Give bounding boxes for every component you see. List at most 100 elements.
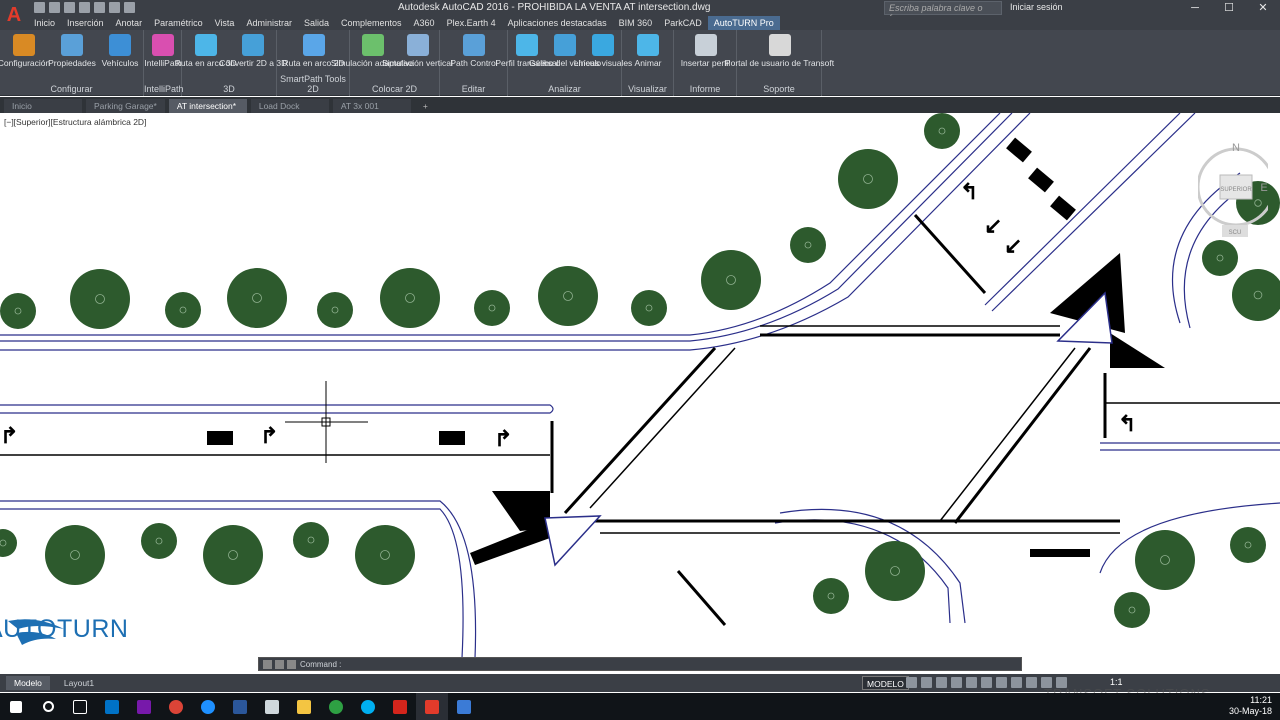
file-explorer-icon[interactable] [288, 693, 320, 720]
selection-cycling-icon[interactable] [1026, 677, 1037, 688]
ribbon-icon [637, 34, 659, 56]
tab-parkcad[interactable]: ParkCAD [658, 16, 708, 30]
application-menu-button[interactable]: A [0, 0, 28, 30]
tab-vista[interactable]: Vista [209, 16, 241, 30]
recent-commands-icon[interactable] [287, 659, 296, 669]
doc-tab-at-intersection-[interactable]: AT intersection* [168, 99, 247, 113]
outlook-icon[interactable] [96, 693, 128, 720]
system-clock[interactable]: 11:21 30-May-18 [1229, 695, 1272, 717]
open-icon[interactable] [49, 2, 60, 13]
tab-bim-360[interactable]: BIM 360 [613, 16, 659, 30]
snap-icon[interactable] [921, 677, 932, 688]
osnap-icon[interactable] [966, 677, 977, 688]
customize-command-icon[interactable] [275, 659, 284, 669]
doc-tab-parking-garage-[interactable]: Parking Garage* [86, 99, 165, 113]
tab-complementos[interactable]: Complementos [335, 16, 408, 30]
tab-anotar[interactable]: Anotar [110, 16, 149, 30]
ribbon-group-soporte: Portal de usuario de Transoft Soporte [725, 30, 834, 96]
ribbon-button-simulaci-n-vertical[interactable]: Simulación vertical [382, 34, 453, 68]
doc-tab-load-dock[interactable]: Load Dock [250, 99, 329, 113]
ribbon-group-label[interactable]: Analizar [508, 84, 621, 94]
login-button[interactable]: Iniciar sesión [1010, 2, 1063, 12]
transparency-icon[interactable] [1011, 677, 1022, 688]
tab-aplicaciones-destacadas[interactable]: Aplicaciones destacadas [502, 16, 613, 30]
maximize-button[interactable]: ☐ [1212, 0, 1246, 16]
layout-tab-layout1[interactable]: Layout1 [56, 676, 102, 690]
autocad-taskbar-icon[interactable] [416, 693, 448, 720]
median-island [0, 404, 554, 414]
layout-tab-modelo[interactable]: Modelo [6, 676, 50, 690]
save-as-icon[interactable] [79, 2, 90, 13]
view-cube-face[interactable]: SUPERIOR [1220, 187, 1252, 193]
search-taskbar-button[interactable] [32, 693, 64, 720]
minimize-button[interactable]: ─ [1178, 0, 1212, 16]
save-icon[interactable] [64, 2, 75, 13]
chrome-icon[interactable] [160, 693, 192, 720]
ribbon-group-label[interactable]: Informe [674, 84, 736, 94]
word-icon[interactable] [224, 693, 256, 720]
doc-tab-inicio[interactable]: Inicio [4, 99, 82, 113]
polar-icon[interactable] [951, 677, 962, 688]
view-cube-east[interactable]: E [1260, 182, 1267, 194]
ribbon-group-label[interactable]: Soporte [737, 84, 821, 94]
otrack-icon[interactable] [981, 677, 992, 688]
ribbon-group-label[interactable]: IntelliPath [144, 84, 184, 94]
tree [45, 525, 105, 585]
ribbon-button-configuraci-n[interactable]: Configuración [0, 34, 50, 68]
ribbon-group-label[interactable]: Visualizar [622, 84, 673, 94]
settings-taskbar-icon[interactable] [448, 693, 480, 720]
ribbon-group-label[interactable]: Configurar [0, 84, 143, 94]
tab-param-trico[interactable]: Paramétrico [148, 16, 209, 30]
ribbon-button-veh-culos[interactable]: Vehículos [96, 34, 144, 68]
tab-plex-earth-4[interactable]: Plex.Earth 4 [441, 16, 502, 30]
command-input[interactable]: Command : [300, 660, 341, 669]
arrow-marking-3: ↱ [494, 426, 512, 451]
script-icon[interactable] [320, 693, 352, 720]
view-cube-north[interactable]: N [1232, 142, 1240, 154]
skype-icon[interactable] [352, 693, 384, 720]
tab-administrar[interactable]: Administrar [240, 16, 298, 30]
pen-icon[interactable] [256, 693, 288, 720]
tab-inicio[interactable]: Inicio [28, 16, 61, 30]
ribbon-button-label: Animar [634, 58, 662, 68]
lineweight-icon[interactable] [996, 677, 1007, 688]
ribbon-group-label[interactable]: Editar [440, 84, 507, 94]
redo-icon[interactable] [124, 2, 135, 13]
acrobat-icon[interactable] [384, 693, 416, 720]
close-command-icon[interactable] [263, 659, 272, 669]
tab-salida[interactable]: Salida [298, 16, 335, 30]
ortho-icon[interactable] [936, 677, 947, 688]
ribbon-button-convertir-2d-a-3d[interactable]: Convertir 2D a 3D [219, 34, 287, 68]
view-cube[interactable]: SUPERIOR N E SCU [1198, 133, 1268, 243]
viewport-controls[interactable]: [−][Superior][Estructura alámbrica 2D] [4, 117, 146, 127]
ribbon-group-label[interactable]: Colocar 2D [350, 84, 439, 94]
grid-icon[interactable] [906, 677, 917, 688]
edge-icon[interactable] [192, 693, 224, 720]
print-icon[interactable] [94, 2, 105, 13]
tab-a360[interactable]: A360 [408, 16, 441, 30]
new-icon[interactable] [34, 2, 45, 13]
search-input[interactable]: Escriba palabra clave o frase [884, 1, 1002, 23]
ribbon-button-propiedades[interactable]: Propiedades [48, 34, 96, 68]
undo-icon[interactable] [109, 2, 120, 13]
doc-tab-at-3x-001[interactable]: AT 3x 001 [332, 99, 411, 113]
ribbon-button-portal-de-usuario-de-transoft[interactable]: Portal de usuario de Transoft [725, 34, 834, 68]
new-tab-button[interactable]: + [415, 99, 436, 113]
diagonal-lane-2 [953, 347, 1092, 524]
ribbon-button-l-neas-visuales[interactable]: Líneas visuales [574, 34, 632, 68]
task-view-button[interactable] [64, 693, 96, 720]
autoturn-logo: AUTOTURN [0, 615, 128, 645]
ribbon-group-label[interactable]: 3D [182, 84, 276, 94]
wcs-menu[interactable]: SCU [1229, 230, 1242, 236]
model-space-button[interactable]: MODELO [862, 676, 909, 690]
arrow-marking-7: ↙ [1004, 233, 1022, 258]
tab-autoturn-pro[interactable]: AutoTURN Pro [707, 16, 780, 30]
onenote-icon[interactable] [128, 693, 160, 720]
ribbon-button-animar[interactable]: Animar [622, 34, 674, 68]
start-button[interactable] [0, 693, 32, 720]
command-line[interactable]: Command : [258, 657, 1022, 671]
drawing-canvas[interactable]: [−][Superior][Estructura alámbrica 2D] ↱… [0, 113, 1280, 658]
ribbon-group-label[interactable]: SmartPath Tools 2D [277, 74, 349, 94]
tab-inserci-n[interactable]: Inserción [61, 16, 110, 30]
close-button[interactable]: ✕ [1246, 0, 1280, 16]
